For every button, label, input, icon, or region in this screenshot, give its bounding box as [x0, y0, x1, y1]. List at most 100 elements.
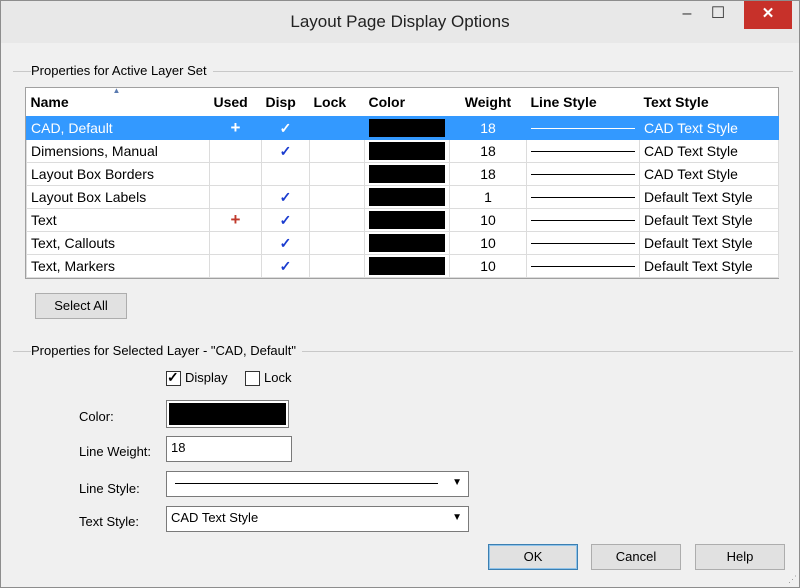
cell-used[interactable]: + [209, 116, 262, 140]
header-line-style[interactable]: Line Style [527, 88, 640, 117]
header-used[interactable]: Used [210, 88, 262, 117]
table-row[interactable]: CAD, Default + ✓ 18 CAD Text Style [26, 116, 779, 140]
cell-name[interactable]: Text, Callouts [26, 231, 210, 255]
cell-disp[interactable]: ✓ [261, 116, 310, 140]
cell-weight[interactable]: 18 [449, 139, 527, 163]
cell-color[interactable] [364, 116, 450, 140]
cell-line[interactable] [526, 254, 640, 278]
select-all-button[interactable]: Select All [35, 293, 127, 319]
cell-weight[interactable]: 1 [449, 185, 527, 209]
cell-disp[interactable]: ✓ [261, 254, 310, 278]
ok-button[interactable]: OK [488, 544, 578, 570]
resize-grip-icon[interactable]: ⋰ [788, 574, 797, 585]
color-swatch [369, 257, 445, 275]
cell-ts[interactable]: CAD Text Style [639, 116, 779, 140]
cell-name[interactable]: Text [26, 208, 210, 232]
table-row[interactable]: Text, Callouts ✓ 10 Default Text Style [26, 231, 779, 255]
cell-ts[interactable]: Default Text Style [639, 208, 779, 232]
cell-lock[interactable] [309, 139, 365, 163]
close-button[interactable]: ✕ [744, 1, 792, 29]
cell-used[interactable] [209, 231, 262, 255]
display-check-icon: ✓ [279, 257, 292, 274]
display-check-icon: ✓ [279, 119, 292, 136]
cell-line[interactable] [526, 231, 640, 255]
cell-color[interactable] [364, 231, 450, 255]
maximize-button[interactable]: ☐ [701, 1, 735, 29]
cell-line[interactable] [526, 162, 640, 186]
cell-lock[interactable] [309, 231, 365, 255]
table-row[interactable]: Text + ✓ 10 Default Text Style [26, 208, 779, 232]
display-check-icon: ✓ [279, 188, 292, 205]
cell-color[interactable] [364, 254, 450, 278]
cell-disp[interactable]: ✓ [261, 185, 310, 209]
display-checkbox[interactable]: ✓ [166, 369, 181, 386]
layer-weight: 18 [480, 120, 496, 136]
line-style-preview [531, 151, 635, 152]
table-row[interactable]: Text, Markers ✓ 10 Default Text Style [26, 254, 779, 278]
cell-name[interactable]: Text, Markers [26, 254, 210, 278]
layer-text-style: Default Text Style [644, 258, 753, 274]
lock-checkbox[interactable] [245, 371, 260, 386]
cell-ts[interactable]: CAD Text Style [639, 139, 779, 163]
cell-used[interactable] [209, 185, 262, 209]
cancel-button[interactable]: Cancel [591, 544, 681, 570]
line-weight-input[interactable]: 18 [166, 436, 292, 462]
cell-name[interactable]: Dimensions, Manual [26, 139, 210, 163]
header-text-style[interactable]: Text Style [640, 88, 779, 117]
header-lock[interactable]: Lock [310, 88, 365, 117]
header-weight[interactable]: Weight [450, 88, 527, 117]
cell-name[interactable]: CAD, Default [26, 116, 210, 140]
group-title-selected-layer: Properties for Selected Layer - "CAD, De… [31, 343, 303, 358]
layer-name: Layout Box Labels [31, 189, 147, 205]
cell-disp[interactable]: ✓ [261, 231, 310, 255]
line-style-select[interactable]: ▼ [166, 471, 469, 497]
cell-color[interactable] [364, 162, 450, 186]
cell-ts[interactable]: Default Text Style [639, 231, 779, 255]
cell-name[interactable]: Layout Box Labels [26, 185, 210, 209]
header-color[interactable]: Color [365, 88, 450, 117]
cell-used[interactable] [209, 139, 262, 163]
table-row[interactable]: Layout Box Borders 18 CAD Text Style [26, 162, 779, 186]
cell-line[interactable] [526, 139, 640, 163]
cell-lock[interactable] [309, 162, 365, 186]
cell-ts[interactable]: CAD Text Style [639, 162, 779, 186]
header-disp[interactable]: Disp [262, 88, 310, 117]
cell-used[interactable]: + [209, 208, 262, 232]
cell-lock[interactable] [309, 185, 365, 209]
cell-weight[interactable]: 18 [449, 116, 527, 140]
cell-color[interactable] [364, 208, 450, 232]
cell-weight[interactable]: 10 [449, 208, 527, 232]
cell-lock[interactable] [309, 254, 365, 278]
layer-name: Text, Callouts [31, 235, 116, 251]
cell-disp[interactable]: ✓ [261, 208, 310, 232]
cell-used[interactable] [209, 162, 262, 186]
dialog-window: Layout Page Display Options – ☐ ✕ Proper… [0, 0, 800, 588]
help-button[interactable]: Help [695, 544, 785, 570]
layer-text-style: CAD Text Style [644, 120, 738, 136]
cell-weight[interactable]: 10 [449, 231, 527, 255]
color-picker-button[interactable] [166, 400, 289, 428]
cell-ts[interactable]: Default Text Style [639, 185, 779, 209]
text-style-select[interactable]: CAD Text Style ▼ [166, 506, 469, 532]
cell-lock[interactable] [309, 116, 365, 140]
cell-line[interactable] [526, 208, 640, 232]
cell-line[interactable] [526, 185, 640, 209]
minimize-button[interactable]: – [673, 1, 701, 29]
cell-line[interactable] [526, 116, 640, 140]
dropdown-arrow-icon: ▼ [452, 512, 462, 523]
cell-disp[interactable] [261, 162, 310, 186]
cell-color[interactable] [364, 185, 450, 209]
cell-weight[interactable]: 18 [449, 162, 527, 186]
cell-ts[interactable]: Default Text Style [639, 254, 779, 278]
cell-weight[interactable]: 10 [449, 254, 527, 278]
table-row[interactable]: Dimensions, Manual ✓ 18 CAD Text Style [26, 139, 779, 163]
table-row[interactable]: Layout Box Labels ✓ 1 Default Text Style [26, 185, 779, 209]
line-style-preview [531, 266, 635, 267]
cell-color[interactable] [364, 139, 450, 163]
header-name[interactable]: Name ▲ [27, 86, 210, 117]
line-style-preview [531, 197, 635, 198]
cell-lock[interactable] [309, 208, 365, 232]
cell-used[interactable] [209, 254, 262, 278]
cell-name[interactable]: Layout Box Borders [26, 162, 210, 186]
cell-disp[interactable]: ✓ [261, 139, 310, 163]
